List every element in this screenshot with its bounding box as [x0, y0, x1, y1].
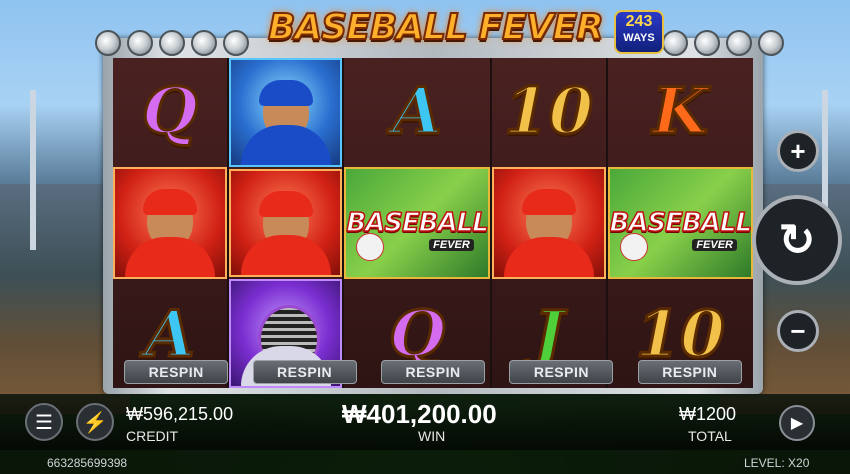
credit-value: ₩596,215.00	[126, 404, 234, 424]
respin-button-reel-4[interactable]: RESPIN	[509, 360, 614, 384]
level-indicator: LEVEL: X20	[744, 456, 810, 470]
respin-button-reel-3[interactable]: RESPIN	[381, 360, 486, 384]
light-bulb	[662, 30, 688, 56]
respin-slot: RESPIN	[241, 360, 367, 384]
player-body-icon	[240, 235, 331, 276]
reel-2	[228, 58, 343, 389]
letter-symbol: A	[391, 73, 444, 151]
game-logo: BASEBALL FEVER	[267, 4, 605, 50]
letter-symbol: K	[651, 73, 710, 151]
symbol-cell: 10	[492, 58, 606, 165]
light-bulb	[127, 30, 153, 56]
baseball-icon	[619, 232, 648, 261]
credit-label: CREDIT	[126, 428, 179, 444]
reel-1: QA	[113, 58, 227, 388]
respin-slot: RESPIN	[498, 360, 624, 384]
wild-symbol: BASEBALL FEVER	[344, 167, 490, 279]
reel-4: 10 J	[491, 58, 606, 388]
symbol-cell: A	[344, 58, 490, 165]
light-bulb	[95, 30, 121, 56]
letter-symbol: Q	[140, 73, 199, 151]
bet-increase-button[interactable]: +	[777, 130, 819, 172]
player-cap-icon	[258, 80, 313, 106]
spin-button[interactable]: ↻	[752, 195, 842, 285]
turbo-button[interactable]: ⚡	[76, 403, 114, 441]
letter-symbol: 10	[503, 73, 595, 151]
ways-label: WAYS	[623, 32, 655, 44]
respin-button-reel-2[interactable]: RESPIN	[252, 360, 357, 384]
win-value: ₩401,200.00	[342, 399, 497, 429]
player-cap-icon	[142, 189, 197, 216]
respin-button-reel-1[interactable]: RESPIN	[124, 360, 229, 384]
batter-symbol	[228, 168, 343, 278]
game-title: BASEBALL FEVER	[267, 6, 605, 49]
respin-slot: RESPIN	[370, 360, 496, 384]
player-body-icon	[503, 236, 594, 277]
lightning-icon: ⚡	[82, 411, 108, 434]
respin-slot: RESPIN	[113, 360, 239, 384]
symbol-cell: K	[608, 58, 754, 165]
wild-subtext: FEVER	[429, 238, 474, 251]
round-id: 663285699398	[47, 456, 128, 470]
player-cap-icon	[521, 189, 576, 216]
light-bulb	[159, 30, 185, 56]
reel-5: K BASEBALL FEVER 10	[607, 58, 754, 388]
light-tower-left	[30, 90, 36, 250]
light-bulb	[726, 30, 752, 56]
ways-count: 243	[625, 13, 653, 30]
pitcher-symbol	[228, 58, 343, 167]
total-bet-value: ₩1200	[679, 404, 737, 424]
reel-grid: Q A A BASEBALL FEVER Q 10 J K BASEBALL FEVER 10	[113, 58, 754, 389]
frame-lights-left	[95, 30, 249, 56]
symbol-cell: Q	[113, 58, 227, 165]
autoplay-button[interactable]: ▶	[779, 405, 815, 441]
autoplay-icon: ▶	[790, 415, 804, 432]
respin-slot: RESPIN	[627, 360, 753, 384]
light-bulb	[223, 30, 249, 56]
wild-symbol: BASEBALL FEVER	[607, 167, 754, 279]
respin-button-reel-5[interactable]: RESPIN	[637, 360, 742, 384]
player-body-icon	[240, 124, 331, 165]
light-bulb	[758, 30, 784, 56]
ways-badge: 243 WAYS	[614, 10, 664, 54]
total-bet-label: TOTAL	[688, 428, 732, 444]
win-label: WIN	[418, 428, 446, 444]
player-cap-icon	[258, 190, 313, 217]
batter-symbol	[113, 167, 227, 279]
respin-row: RESPIN RESPIN RESPIN RESPIN RESPIN	[113, 360, 753, 384]
light-bulb	[694, 30, 720, 56]
baseball-icon	[356, 232, 385, 261]
hamburger-icon: ☰	[35, 411, 53, 434]
wild-subtext: FEVER	[692, 238, 738, 251]
footer-bar	[0, 450, 850, 474]
bet-decrease-button[interactable]: −	[777, 310, 819, 352]
frame-lights-right	[662, 30, 784, 56]
batter-symbol	[491, 167, 606, 279]
light-bulb	[191, 30, 217, 56]
reel-3: A BASEBALL FEVER Q	[344, 58, 490, 388]
player-body-icon	[124, 236, 215, 277]
menu-button[interactable]: ☰	[25, 403, 63, 441]
